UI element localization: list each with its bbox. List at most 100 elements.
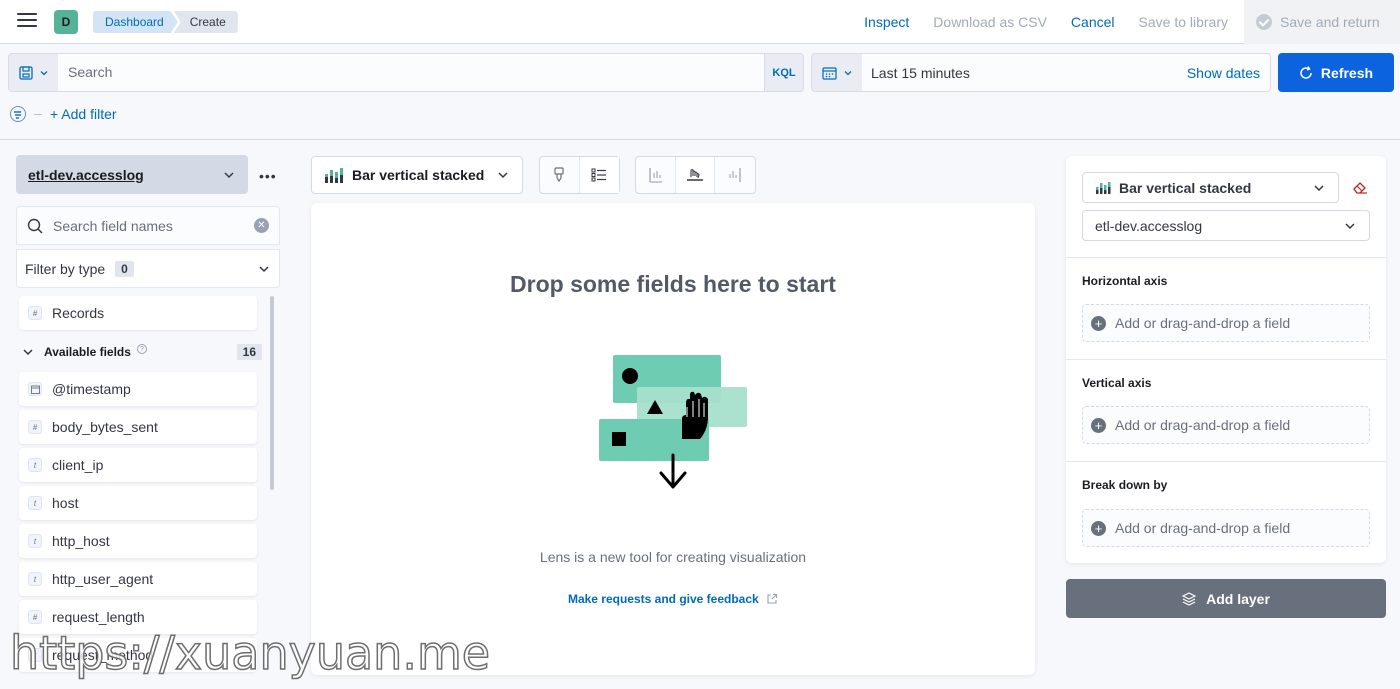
drop-title: Drop some fields here to start	[510, 271, 836, 297]
field-search-input[interactable]: Search field names ✕	[16, 206, 280, 245]
horizontal-axis-title: Horizontal axis	[1082, 274, 1168, 288]
vertical-axis-title: Vertical axis	[1082, 376, 1152, 390]
layer-chart-type-switcher[interactable]: Bar vertical stacked	[1082, 172, 1339, 203]
field-item-http-host[interactable]: t http_host	[19, 524, 257, 558]
field-item-body-bytes-sent[interactable]: # body_bytes_sent	[19, 410, 257, 444]
field-item-timestamp[interactable]: @timestamp	[19, 372, 257, 406]
field-item-http-user-agent[interactable]: t http_user_agent	[19, 562, 257, 596]
info-icon: ?	[136, 344, 147, 354]
field-list-scrollbar[interactable]	[270, 296, 274, 490]
chevron-down-icon	[1345, 222, 1355, 229]
dropzone-label: Add or drag-and-drop a field	[1115, 520, 1291, 536]
menu-icon[interactable]	[17, 13, 37, 31]
saved-query-button[interactable]	[8, 53, 59, 92]
time-range-label: Last 15 minutes	[871, 64, 970, 81]
kql-toggle[interactable]: KQL	[764, 53, 804, 92]
breadcrumb-dashboard[interactable]: Dashboard	[93, 11, 178, 33]
axis-options-group	[635, 156, 756, 194]
chart-type-switcher[interactable]: Bar vertical stacked	[311, 156, 523, 194]
available-fields-header[interactable]: Available fields ? 16	[22, 343, 262, 361]
field-name: http_host	[52, 533, 110, 549]
refresh-button[interactable]: Refresh	[1278, 53, 1394, 92]
save-to-library-link[interactable]: Save to library	[1139, 14, 1228, 30]
string-type-icon: t	[28, 534, 42, 548]
query-bar: Search KQL Last 15 minutes Show dates Re…	[0, 44, 1400, 140]
bottom-axis-button[interactable]	[675, 157, 716, 193]
save-icon	[18, 65, 33, 80]
number-type-icon: #	[28, 420, 42, 434]
divider	[1066, 359, 1386, 360]
left-axis-button[interactable]	[636, 157, 676, 193]
index-pattern-picker[interactable]: etl-dev.accesslog	[16, 155, 248, 194]
break-down-by-dropzone[interactable]: + Add or drag-and-drop a field	[1082, 509, 1370, 547]
right-axis-icon	[729, 168, 741, 182]
left-axis-icon	[649, 168, 663, 183]
horizontal-axis-dropzone[interactable]: + Add or drag-and-drop a field	[1082, 304, 1370, 342]
workspace-panel[interactable]: Drop some fields here to start Lens is a…	[311, 203, 1035, 675]
divider	[1066, 461, 1386, 462]
field-name: @timestamp	[52, 381, 131, 397]
dropzone-label: Add or drag-and-drop a field	[1115, 315, 1291, 331]
field-name: request_length	[52, 609, 145, 625]
field-name: body_bytes_sent	[52, 419, 158, 435]
plus-icon: +	[1091, 315, 1106, 331]
search-icon	[27, 218, 43, 234]
chart-type-label: Bar vertical stacked	[352, 167, 485, 183]
filter-bar: + Add filter	[10, 104, 117, 124]
layer-config-panel: Bar vertical stacked etl-dev.accesslog H…	[1066, 156, 1386, 563]
filter-by-type-label: Filter by type	[25, 260, 106, 277]
layer-index-pattern-select[interactable]: etl-dev.accesslog	[1082, 210, 1370, 241]
visual-options-group	[539, 156, 620, 194]
inspect-link[interactable]: Inspect	[864, 14, 909, 30]
feedback-link-label: Make requests and give feedback	[567, 592, 759, 606]
filter-by-type-dropdown[interactable]: Filter by type 0	[16, 249, 280, 288]
brush-icon	[554, 167, 564, 183]
eraser-icon[interactable]	[1352, 180, 1368, 194]
date-quick-menu-button[interactable]	[811, 53, 863, 92]
field-search-placeholder: Search field names	[53, 217, 173, 234]
field-name: Records	[52, 305, 105, 321]
space-avatar[interactable]: D	[54, 10, 78, 34]
clear-icon[interactable]: ✕	[254, 218, 269, 233]
visual-options-button[interactable]	[540, 157, 580, 193]
top-header: D Dashboard Create Inspect Download as C…	[0, 0, 1400, 44]
bar-chart-icon	[1096, 182, 1111, 194]
search-input[interactable]: Search	[58, 53, 765, 92]
right-axis-button[interactable]	[715, 157, 755, 193]
show-dates-link[interactable]: Show dates	[1187, 65, 1260, 81]
legend-options-button[interactable]	[579, 157, 619, 193]
refresh-label: Refresh	[1320, 64, 1374, 81]
number-type-icon: #	[28, 610, 42, 624]
time-range-field[interactable]: Last 15 minutes Show dates	[862, 53, 1271, 92]
field-item-records[interactable]: # Records	[19, 296, 257, 330]
add-filter-link[interactable]: + Add filter	[50, 106, 117, 122]
bottom-axis-icon	[687, 169, 703, 181]
feedback-link[interactable]: Make requests and give feedback	[311, 592, 1035, 606]
number-type-icon: #	[28, 306, 42, 320]
save-and-return-label: Save and return	[1280, 14, 1380, 30]
more-options-icon[interactable]: •••	[259, 168, 277, 184]
layers-icon	[1182, 591, 1197, 606]
add-layer-button[interactable]: Add layer	[1066, 579, 1386, 618]
cancel-link[interactable]: Cancel	[1071, 14, 1115, 30]
external-link-icon	[767, 593, 778, 604]
chevron-down-icon	[259, 265, 269, 272]
string-type-icon: t	[28, 458, 42, 472]
calendar-icon	[28, 382, 42, 396]
layer-chart-type-label: Bar vertical stacked	[1119, 179, 1252, 196]
check-icon	[1256, 14, 1272, 30]
chevron-down-icon	[23, 349, 33, 356]
plus-icon: +	[1091, 417, 1106, 433]
save-and-return-button[interactable]: Save and return	[1244, 0, 1400, 44]
plus-icon: +	[1091, 520, 1106, 536]
filter-count-badge: 0	[115, 260, 134, 277]
divider	[1066, 257, 1386, 258]
filter-menu-icon[interactable]	[10, 106, 26, 122]
field-name: http_user_agent	[52, 571, 154, 587]
field-item-client-ip[interactable]: t client_ip	[19, 448, 257, 482]
field-item-host[interactable]: t host	[19, 486, 257, 520]
download-csv-link[interactable]: Download as CSV	[933, 14, 1047, 30]
divider	[34, 113, 42, 115]
breadcrumb-create: Create	[173, 11, 238, 33]
vertical-axis-dropzone[interactable]: + Add or drag-and-drop a field	[1082, 406, 1370, 444]
